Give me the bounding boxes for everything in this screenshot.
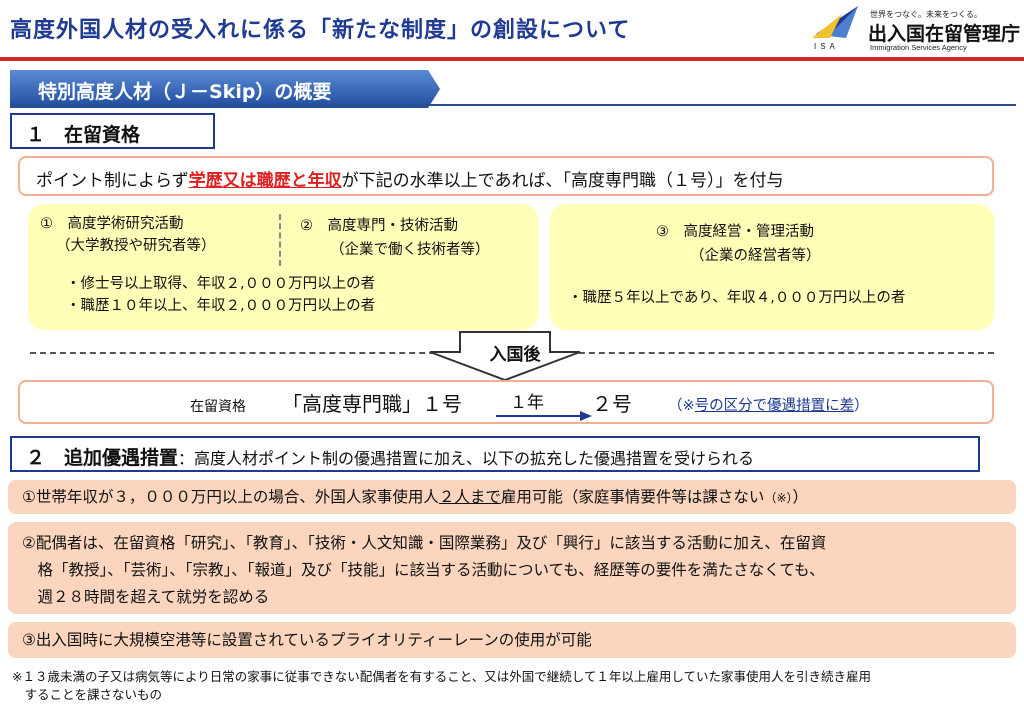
benefit1-pre: ①世帯年収が３，０００万円以上の場合、外国人家事使用人 xyxy=(22,488,439,506)
footnote-line1: ※１３歳未満の子又は病気等により日常の家事に従事できない配偶者を有すること、又は… xyxy=(12,669,871,684)
category1-title: ① 高度学術研究活動 xyxy=(40,216,184,232)
status-note: （※号の区分で優遇措置に差） xyxy=(668,394,869,415)
benefit1-note-mark: （※） xyxy=(764,491,793,505)
header: 高度外国人材の受入れに係る「新たな制度」の創設について ISA 世界をつなぐ。未… xyxy=(0,0,1024,61)
after-entry-label: 入国後 xyxy=(489,345,541,365)
category2-title: ② 高度専門・技術活動 xyxy=(300,218,458,234)
isa-logo: ISA 世界をつなぐ。未来をつくる。 出入国在留管理庁 Immigration … xyxy=(808,4,1021,54)
isa-logo-text: ISA xyxy=(814,42,839,51)
benefit-item-2: ②配偶者は、在留資格「研究」、「教育」、「技術・人文知識・国際業務」及び「興行」… xyxy=(8,522,1016,614)
banner-title: 特別高度人材（Ｊ－Skip）の概要 xyxy=(38,81,332,103)
status-prefix: 在留資格 xyxy=(190,399,246,415)
section2-heading: ２ 追加優遇措置：高度人材ポイント制の優遇措置に加え、以下の拡充した優遇措置を受… xyxy=(10,436,980,472)
status-note-post: ） xyxy=(854,398,869,414)
benefit1-underline: ２人まで xyxy=(438,488,501,506)
section2-heading-title: ２ 追加優遇措置 xyxy=(26,447,179,469)
criteria-bullet-experience: ・職歴１０年以上、年収２,０００万円以上の者 xyxy=(66,298,376,314)
right-arrow-icon xyxy=(496,411,592,421)
criteria-bullet-management: ・職歴５年以上であり、年収４,０００万円以上の者 xyxy=(568,290,906,306)
category1-subtitle: （大学教授や研究者等） xyxy=(56,238,216,254)
status-main: 「高度専門職」１号 xyxy=(282,392,462,416)
rule-highlight: 学歴又は職歴と年収 xyxy=(188,171,342,191)
status-note-pre: （※ xyxy=(668,398,695,414)
footnote: ※１３歳未満の子又は病気等により日常の家事に従事できない配偶者を有すること、又は… xyxy=(12,668,1016,704)
footnote-line2: することを課さないもの xyxy=(12,687,163,702)
status-note-link: 号の区分で優遇措置に差 xyxy=(694,398,855,414)
category2-subtitle: （企業で働く技術者等） xyxy=(330,242,490,258)
benefit2-line1: ②配偶者は、在留資格「研究」、「教育」、「技術・人文知識・国際業務」及び「興行」… xyxy=(22,534,827,552)
section2-heading-desc: ：高度人材ポイント制の優遇措置に加え、以下の拡充した優遇措置を受けられる xyxy=(178,449,755,468)
page-title: 高度外国人材の受入れに係る「新たな制度」の創設について xyxy=(10,18,631,43)
category3-title: ③ 高度経営・管理活動 xyxy=(656,224,814,240)
category-divider xyxy=(279,214,281,266)
eligibility-rule: ポイント制によらず学歴又は職歴と年収が下記の水準以上であれば、「高度専門職（１号… xyxy=(18,156,994,196)
header-divider xyxy=(0,57,1024,61)
agency-name-english: Immigration Services Agency xyxy=(870,43,967,52)
category3-subtitle: （企業の経営者等） xyxy=(690,248,821,264)
benefit-item-1: ①世帯年収が３，０００万円以上の場合、外国人家事使用人２人まで雇用可能（家庭事情… xyxy=(8,480,1016,514)
residence-status-box: 在留資格 「高度専門職」１号 １年 ２号 （※号の区分で優遇措置に差） xyxy=(18,380,994,424)
criteria-bullet-degree: ・修士号以上取得、年収２,０００万円以上の者 xyxy=(66,276,376,292)
agency-name: 出入国在留管理庁 xyxy=(868,23,1021,45)
banner-divider xyxy=(10,104,1016,106)
section-banner: 特別高度人材（Ｊ－Skip）の概要 xyxy=(10,70,440,108)
benefit2-line2: 格「教授」、「芸術」、「宗教」、「報道」及び「技能」に該当する活動についても、経… xyxy=(22,561,825,579)
benefit1-post: 雇用可能（家庭事情要件等は課さない xyxy=(500,488,765,506)
benefit1-end: ） xyxy=(792,488,809,506)
rule-text-post: が下記の水準以上であれば、「高度専門職（１号）」を付与 xyxy=(341,171,784,191)
section1-heading: １ 在留資格 xyxy=(10,113,215,149)
benefit2-line3: 週２８時間を超えて就労を認める xyxy=(22,588,270,606)
benefit-item-3: ③出入国時に大規模空港等に設置されているプライオリティーレーンの使用が可能 xyxy=(8,622,1016,658)
status-next: ２号 xyxy=(592,392,632,416)
rule-text-pre: ポイント制によらず xyxy=(36,171,189,191)
